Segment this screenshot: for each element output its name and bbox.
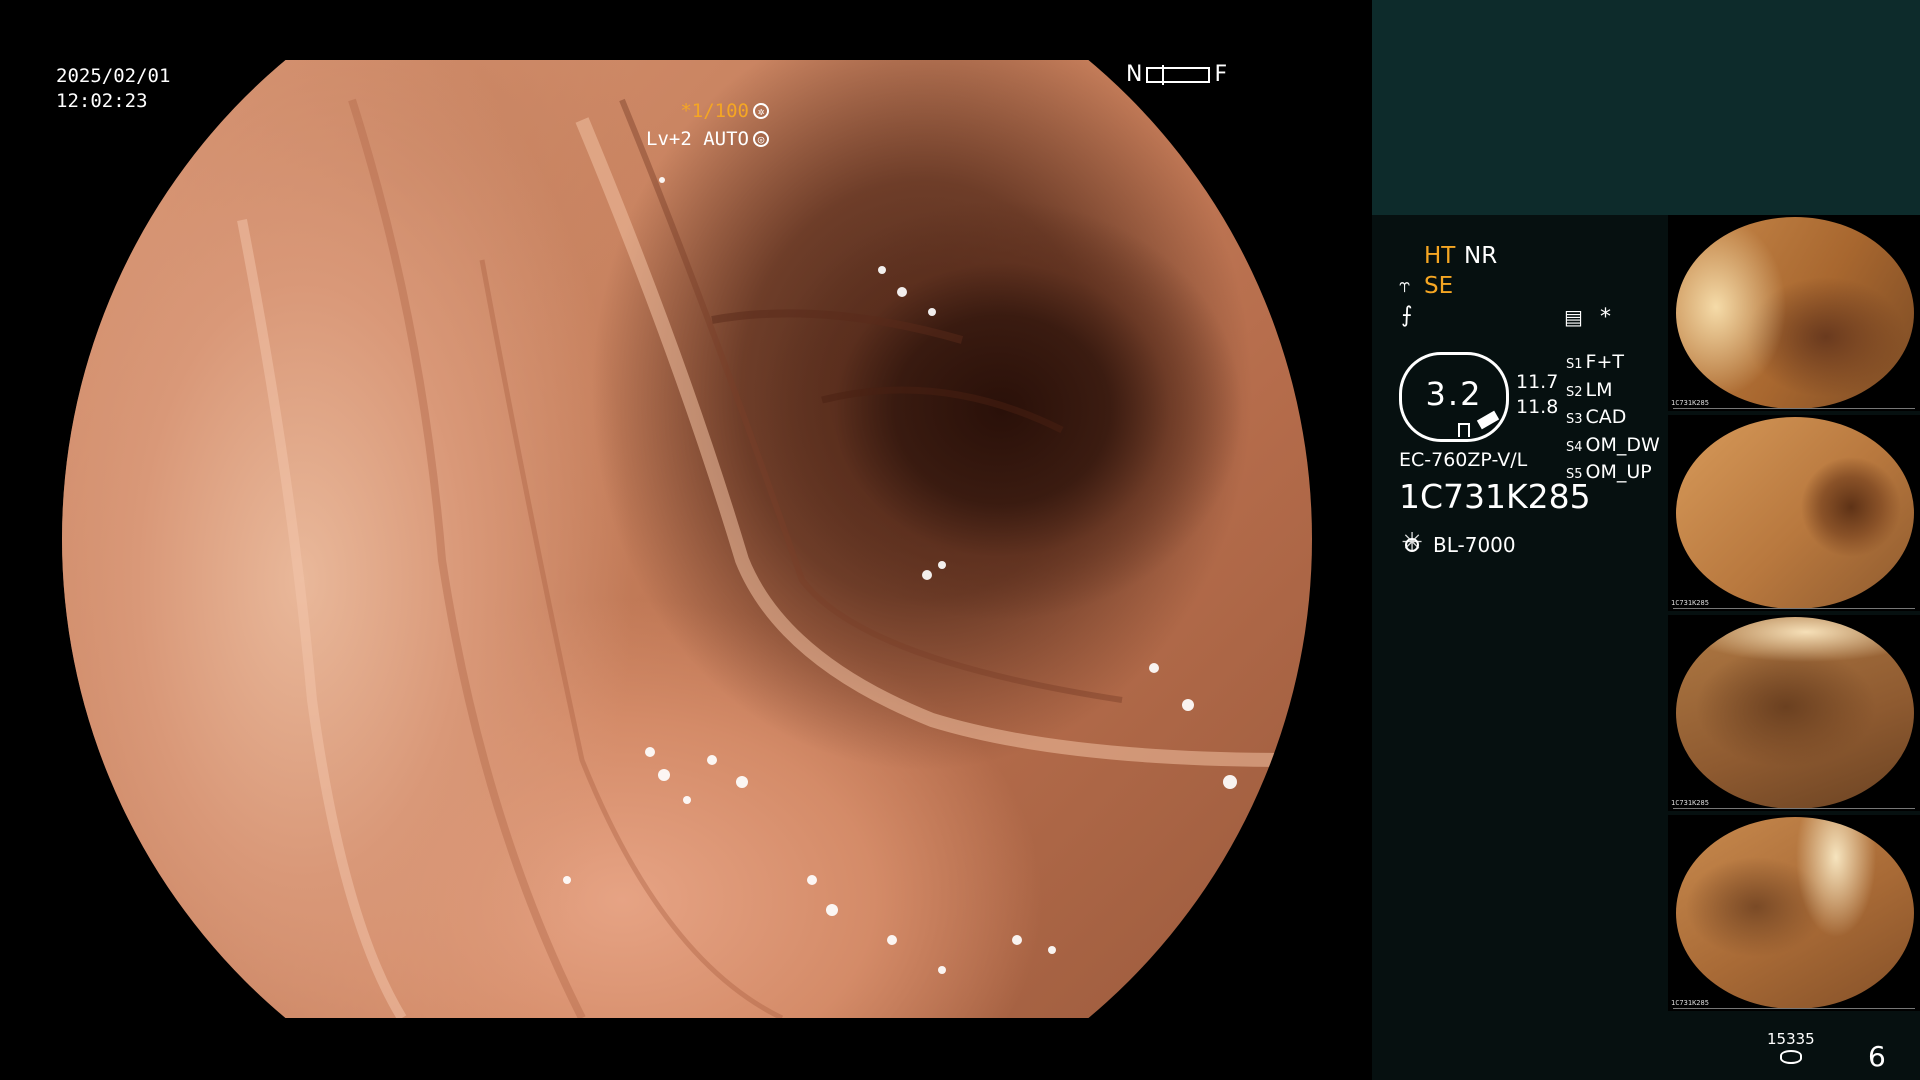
panel-header-area (1372, 0, 1920, 215)
switch-row: S1 F+T (1566, 350, 1660, 378)
aperture-icon: ✲ (753, 103, 769, 119)
mode-ht: HT (1424, 243, 1456, 269)
switch-value: OM_DW (1585, 433, 1660, 456)
captured-thumbnail[interactable]: 1C731K285 (1668, 415, 1920, 611)
brightness-readout: Lv+2 AUTO ◎ (646, 128, 769, 150)
thumbnail-image (1676, 817, 1914, 1009)
mucosa-folds (237, 98, 1293, 1018)
zoom-dial: 3.2 (1399, 352, 1509, 442)
captured-thumbnail[interactable]: 1C731K285 (1668, 215, 1920, 411)
time-text: 12:02:23 (56, 90, 148, 112)
dial-reading: 11.7 (1516, 371, 1559, 393)
thumbnail-image (1676, 617, 1914, 809)
focus-bar (1146, 64, 1211, 85)
thumbnail-image (1676, 217, 1914, 409)
switch-row: S4 OM_DW (1566, 433, 1660, 461)
device-status-column: HT NR ⥾ SE ⨍ ▤ * 3.2 11.7 11.8 S1 F+T S2 L… (1372, 215, 1672, 1080)
iris-icon: ◎ (753, 131, 769, 147)
dial-notch (1458, 423, 1470, 437)
thumbnail-label: 1C731K285 (1671, 399, 1709, 407)
thumbnail-label: 1C731K285 (1671, 799, 1709, 807)
switch-row: S3 CAD (1566, 405, 1660, 433)
switch-value: F+T (1585, 351, 1624, 373)
shutter-text: *1/100 (680, 100, 749, 122)
image-counter: 15335 (1767, 1030, 1815, 1064)
settings-list-icon: ▤ (1564, 305, 1583, 329)
dial-reading: 11.8 (1516, 396, 1559, 418)
switch-key: S4 (1566, 439, 1583, 455)
scope-model: EC-760ZP-V/L (1399, 449, 1528, 471)
date-text: 2025/02/01 (56, 65, 171, 87)
dial-value: 3.2 (1425, 375, 1483, 413)
focus-near-label: N (1126, 62, 1143, 87)
switch-assignments: S1 F+T S2 LM S3 CAD S4 OM_DW S5 OM_UP (1566, 350, 1660, 488)
structure-enhance-icon: ⥾ (1399, 273, 1411, 297)
dial-marker (1476, 410, 1500, 430)
mode-nr: NR (1464, 243, 1498, 269)
light-source: BL-7000 (1399, 528, 1516, 558)
captured-thumbnail[interactable]: 1C731K285 (1668, 615, 1920, 811)
switch-key: S2 (1566, 384, 1583, 400)
shutter-readout: *1/100 ✲ (680, 100, 769, 122)
switch-value: LM (1585, 378, 1613, 401)
captured-images-strip: 1C731K285 1C731K285 1C731K285 1C731K285 (1668, 215, 1920, 1015)
mode-se: SE (1424, 273, 1454, 299)
image-count: 15335 (1767, 1030, 1815, 1048)
storage-icon (1779, 1050, 1802, 1064)
focus-far-label: F (1214, 62, 1228, 87)
thumbnail-label: 1C731K285 (1671, 999, 1709, 1007)
switch-key: S1 (1566, 357, 1583, 372)
info-panel: HT NR ⥾ SE ⨍ ▤ * 3.2 11.7 11.8 S1 F+T S2 L… (1372, 0, 1920, 1080)
scope-serial: 1C731K285 (1399, 477, 1591, 516)
switch-row: S2 LM (1566, 378, 1660, 406)
focus-indicator: N F (1126, 62, 1227, 87)
light-source-icon (1399, 528, 1425, 558)
level-text: Lv+2 AUTO (646, 128, 749, 150)
asterisk-indicator: * (1600, 305, 1611, 330)
light-source-label: BL-7000 (1433, 533, 1516, 557)
switch-key: S3 (1566, 412, 1583, 427)
datetime-readout: 2025/02/01 12:02:23 (56, 64, 170, 114)
page-number: 6 (1868, 1040, 1886, 1073)
thumbnail-label: 1C731K285 (1671, 599, 1709, 607)
endoscope-view: 2025/02/01 12:02:23 N F *1/100 ✲ Lv+2 AU… (0, 0, 1372, 1080)
endoscopic-image (62, 60, 1312, 1018)
thumbnail-image (1676, 417, 1914, 609)
filter-icon: ⨍ (1401, 303, 1413, 328)
dial-readings: 11.7 11.8 (1516, 370, 1558, 420)
switch-value: OM_UP (1585, 461, 1652, 483)
switch-value: CAD (1585, 406, 1627, 428)
captured-thumbnail[interactable]: 1C731K285 (1668, 815, 1920, 1011)
